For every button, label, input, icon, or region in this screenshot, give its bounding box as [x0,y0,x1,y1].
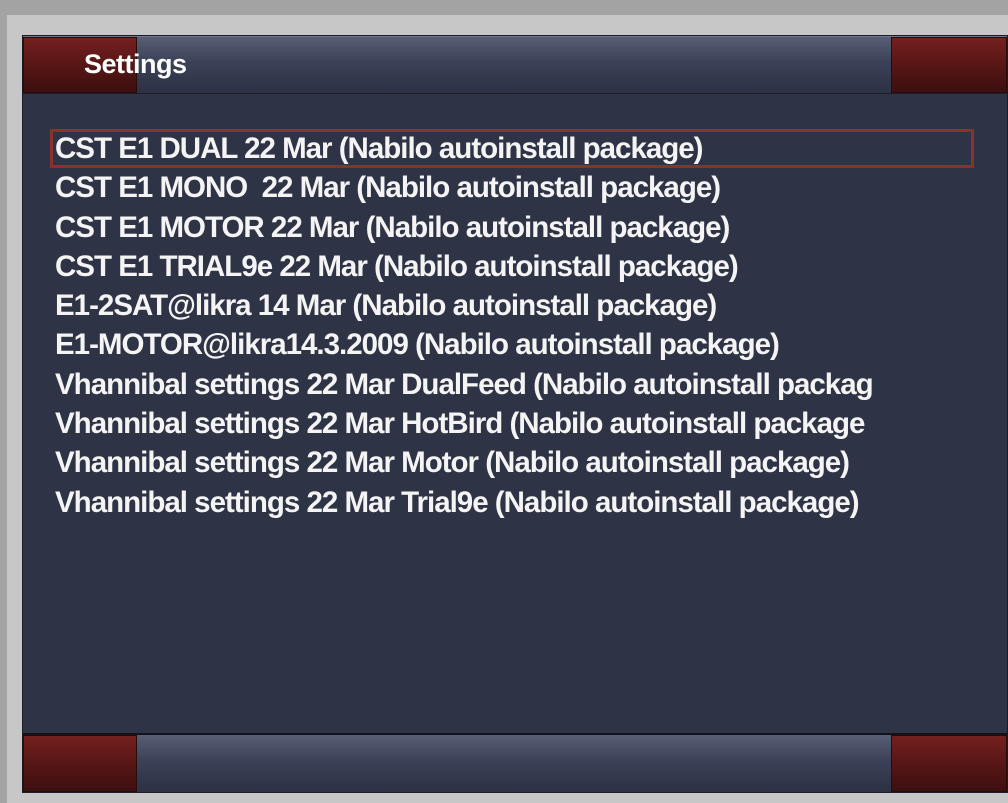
list-item[interactable]: Vhannibal settings 22 Mar DualFeed (Nabi… [50,365,974,404]
title-bar-right-accent [891,37,1007,93]
footer-bar [23,733,1007,793]
list-item[interactable]: E1-2SAT@likra 14 Mar (Nabilo autoinstall… [50,286,974,325]
list-item[interactable]: CST E1 MONO 22 Mar (Nabilo autoinstall p… [50,168,974,207]
settings-panel: Settings CST E1 DUAL 22 Mar (Nabilo auto… [22,35,1008,793]
title-bar: Settings [23,36,1007,94]
window-title: Settings [84,49,187,79]
footer-left-accent [23,735,137,792]
list-item[interactable]: CST E1 TRIAL9e 22 Mar (Nabilo autoinstal… [50,247,974,286]
list-item[interactable]: Vhannibal settings 22 Mar Motor (Nabilo … [50,443,974,482]
settings-list[interactable]: CST E1 DUAL 22 Mar (Nabilo autoinstall p… [50,129,974,522]
list-item[interactable]: E1-MOTOR@likra14.3.2009 (Nabilo autoinst… [50,325,974,364]
list-item[interactable]: Vhannibal settings 22 Mar HotBird (Nabil… [50,404,974,443]
footer-right-accent [891,735,1007,792]
list-item[interactable]: CST E1 DUAL 22 Mar (Nabilo autoinstall p… [50,129,974,169]
list-item[interactable]: Vhannibal settings 22 Mar Trial9e (Nabil… [50,483,974,522]
settings-window: Settings CST E1 DUAL 22 Mar (Nabilo auto… [7,15,1008,803]
list-item[interactable]: CST E1 MOTOR 22 Mar (Nabilo autoinstall … [50,208,974,247]
